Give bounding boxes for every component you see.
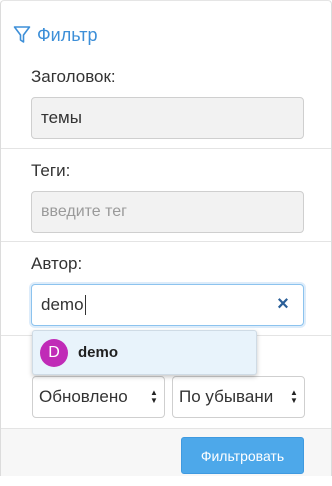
filter-panel: Фильтр Заголовок: темы Теги: введите тег… <box>0 0 332 476</box>
title-field-label: Заголовок: <box>31 67 116 86</box>
select-arrows-icon: ▲ ▼ <box>290 388 298 405</box>
tags-input-placeholder: введите тег <box>41 203 128 220</box>
author-suggestion-item[interactable]: D demo <box>32 330 257 375</box>
sort-field-value: Обновлено <box>39 387 128 406</box>
title-input-value: темы <box>41 108 82 127</box>
tags-input[interactable]: введите тег <box>31 191 304 233</box>
sort-order-select[interactable]: По убывани ▲ ▼ <box>172 376 305 418</box>
select-arrows-icon: ▲ ▼ <box>150 388 158 405</box>
close-icon[interactable]: × <box>273 294 293 314</box>
divider <box>1 241 331 242</box>
sort-field-select[interactable]: Обновлено ▲ ▼ <box>32 376 165 418</box>
sort-order-value: По убывани <box>179 387 274 406</box>
suggestion-name: demo <box>78 344 119 361</box>
author-input[interactable]: demo × <box>31 284 304 326</box>
divider <box>1 148 331 149</box>
author-field-label: Автор: <box>31 254 83 273</box>
text-caret <box>84 295 86 315</box>
filter-footer: Фильтровать <box>1 428 331 476</box>
filter-title: Фильтр <box>37 24 98 45</box>
author-input-value: demo <box>41 295 84 314</box>
filter-submit-button[interactable]: Фильтровать <box>181 437 304 474</box>
filter-header[interactable]: Фильтр <box>13 23 97 47</box>
filter-funnel-icon <box>13 25 31 45</box>
avatar: D <box>40 338 68 367</box>
tags-field-label: Теги: <box>31 161 71 180</box>
title-input[interactable]: темы <box>31 97 304 139</box>
